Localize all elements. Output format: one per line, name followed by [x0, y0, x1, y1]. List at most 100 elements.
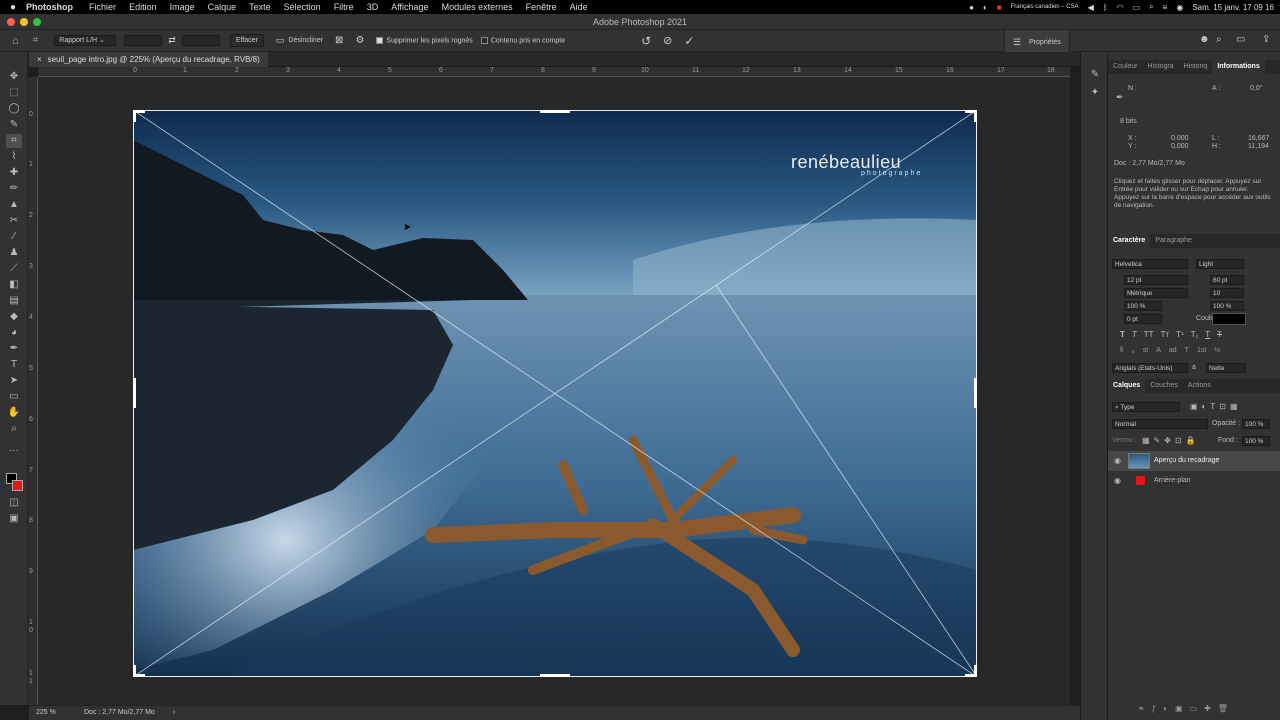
- vscale-field[interactable]: 100 %: [1124, 301, 1162, 311]
- clock[interactable]: Sam. 15 janv. 17 09 16: [1192, 3, 1274, 12]
- tab-calques[interactable]: Calques: [1108, 379, 1146, 393]
- reset-icon[interactable]: ↺: [641, 34, 651, 48]
- settings-gear-icon[interactable]: ⚙: [355, 35, 364, 46]
- leading-field[interactable]: 60 pt: [1210, 275, 1244, 285]
- crop-handle-tr-v[interactable]: [974, 110, 977, 122]
- keyboard-layout[interactable]: Français canadien – CSA: [1011, 4, 1079, 10]
- healing-tool-icon[interactable]: ✚: [6, 166, 22, 180]
- delete-pixels-checkbox[interactable]: Supprimer les pixels rognés: [376, 36, 473, 44]
- blur-tool-icon[interactable]: ◆: [6, 310, 22, 324]
- close-tab-icon[interactable]: ×: [37, 55, 42, 64]
- language-select[interactable]: Anglais (Etats-Unis): [1112, 363, 1188, 373]
- volume-icon[interactable]: ◀: [1088, 3, 1094, 12]
- menu-3d[interactable]: 3D: [367, 2, 379, 12]
- search-icon[interactable]: ⌕: [1149, 2, 1153, 12]
- menu-modules[interactable]: Modules externes: [442, 2, 513, 12]
- hand-tool-icon[interactable]: ✋: [6, 406, 22, 420]
- menu-filtre[interactable]: Filtre: [334, 2, 354, 12]
- ratio-select[interactable]: Rapport L/H ⌄: [54, 35, 117, 46]
- menu-aide[interactable]: Aide: [570, 2, 588, 12]
- ot-stylistic-button[interactable]: A: [1156, 347, 1161, 355]
- eyedropper-tool-icon[interactable]: ⌇: [6, 150, 22, 164]
- baseline-field[interactable]: 0 pt: [1124, 314, 1162, 324]
- quick-select-tool-icon[interactable]: ✎: [6, 118, 22, 132]
- tab-informations[interactable]: Informations: [1212, 60, 1265, 74]
- lasso-tool-icon[interactable]: ◯: [6, 102, 22, 116]
- blend-mode-select[interactable]: Normal: [1112, 419, 1208, 429]
- ot-ornaments-button[interactable]: T: [1185, 347, 1189, 355]
- crop-handle-bottom[interactable]: [540, 674, 570, 677]
- tab-couches[interactable]: Couches: [1145, 379, 1183, 393]
- clear-button[interactable]: Effacer: [229, 34, 264, 47]
- clone-icon[interactable]: ♟: [6, 246, 22, 260]
- kerning-field[interactable]: Métrique: [1124, 288, 1188, 298]
- status-arrow-icon[interactable]: ›: [173, 706, 175, 720]
- layer-name[interactable]: Arrière-plan: [1154, 477, 1191, 484]
- more-tools-icon[interactable]: ···: [6, 444, 22, 458]
- tab-histogramme[interactable]: Histogra: [1143, 60, 1179, 74]
- path-select-icon[interactable]: ➤: [6, 374, 22, 388]
- brush-icon[interactable]: ⁄: [6, 230, 22, 244]
- menu-calque[interactable]: Calque: [208, 2, 237, 12]
- all-caps-button[interactable]: TT: [1144, 330, 1154, 339]
- superscript-button[interactable]: T¹: [1176, 330, 1184, 339]
- straighten-button[interactable]: Désincliner: [288, 37, 323, 44]
- layer-row-background[interactable]: ◉ Arrière-plan: [1108, 471, 1280, 491]
- pen-tool-icon[interactable]: ✒: [6, 342, 22, 356]
- brush-settings-icon[interactable]: ✦: [1087, 86, 1103, 100]
- gradient-tool-icon[interactable]: ▤: [6, 294, 22, 308]
- art-history-icon[interactable]: ⟋: [6, 262, 22, 276]
- crop-handle-left[interactable]: [133, 378, 136, 408]
- photo-crop-preview[interactable]: renébeaulieu photographe ➤: [133, 110, 977, 677]
- siri-icon[interactable]: ◉: [1176, 3, 1183, 12]
- share-export-icon[interactable]: ⇪: [1262, 34, 1270, 45]
- font-style-select[interactable]: Light: [1196, 259, 1244, 269]
- text-color-swatch[interactable]: [1212, 313, 1246, 325]
- menu-fenetre[interactable]: Fenêtre: [526, 2, 557, 12]
- history-brush-icon[interactable]: ✂: [6, 214, 22, 228]
- control-center-icon[interactable]: ≡: [1163, 3, 1168, 12]
- shape-tool-icon[interactable]: ▭: [6, 390, 22, 404]
- type-tool-icon[interactable]: T: [6, 358, 22, 372]
- width-field[interactable]: [124, 35, 163, 46]
- layer-footer-icons[interactable]: ⚭ƒ◐▣▭✚🗑: [1138, 704, 1235, 713]
- menu-image[interactable]: Image: [170, 2, 195, 12]
- hscale-field[interactable]: 100 %: [1210, 301, 1244, 311]
- tab-paragraphe[interactable]: Paragraphe: [1150, 234, 1197, 248]
- fill-field[interactable]: 100 %: [1242, 436, 1270, 446]
- crop-tool-icon[interactable]: ⌗: [6, 134, 22, 148]
- menu-fichier[interactable]: Fichier: [89, 2, 116, 12]
- move-tool-icon[interactable]: ✥: [6, 70, 22, 84]
- menu-selection[interactable]: Sélection: [284, 2, 321, 12]
- ot-ordinals-button[interactable]: 1st: [1197, 347, 1206, 355]
- properties-float-panel[interactable]: ☰ Propriétés: [1004, 29, 1070, 53]
- layer-name[interactable]: Aperçu du recadrage: [1154, 457, 1219, 464]
- menu-texte[interactable]: Texte: [249, 2, 271, 12]
- dodge-tool-icon[interactable]: ◕: [6, 326, 22, 340]
- height-field[interactable]: [181, 35, 220, 46]
- stamp-tool-icon[interactable]: ▲: [6, 198, 22, 212]
- ot-titling-button[interactable]: ad: [1169, 347, 1177, 355]
- quick-mask-icon[interactable]: ◫: [6, 496, 22, 510]
- tracking-field[interactable]: 10: [1210, 288, 1244, 298]
- workspace-icon[interactable]: ▭: [1236, 34, 1245, 45]
- bluetooth-icon[interactable]: ᛒ: [1103, 3, 1108, 12]
- cancel-icon[interactable]: ⊘: [663, 34, 672, 47]
- zoom-level[interactable]: 225 %: [36, 706, 56, 720]
- horizontal-ruler[interactable]: 0 1 2 3 4 5 6 7 8 9 10 11 12 13 14 15 16…: [38, 67, 1070, 77]
- brush-preset-icon[interactable]: ✎: [1087, 68, 1103, 82]
- brush-tool-icon[interactable]: ✏: [6, 182, 22, 196]
- small-caps-button[interactable]: Tт: [1161, 330, 1170, 339]
- search-ps-icon[interactable]: ⌕: [1216, 34, 1222, 45]
- subscript-button[interactable]: T₁: [1191, 330, 1199, 339]
- swap-icon[interactable]: ⇄: [168, 35, 176, 46]
- menu-edition[interactable]: Edition: [129, 2, 157, 12]
- faux-italic-button[interactable]: T: [1132, 330, 1137, 339]
- background-color-swatch[interactable]: [12, 480, 23, 491]
- crop-frame[interactable]: [133, 110, 977, 677]
- commit-icon[interactable]: ✓: [684, 34, 694, 48]
- ot-fractions-button[interactable]: ½: [1214, 347, 1220, 355]
- font-family-select[interactable]: Helvetica: [1112, 259, 1188, 269]
- home-icon[interactable]: ⌂: [12, 35, 19, 47]
- status-icon[interactable]: ◐: [983, 3, 988, 12]
